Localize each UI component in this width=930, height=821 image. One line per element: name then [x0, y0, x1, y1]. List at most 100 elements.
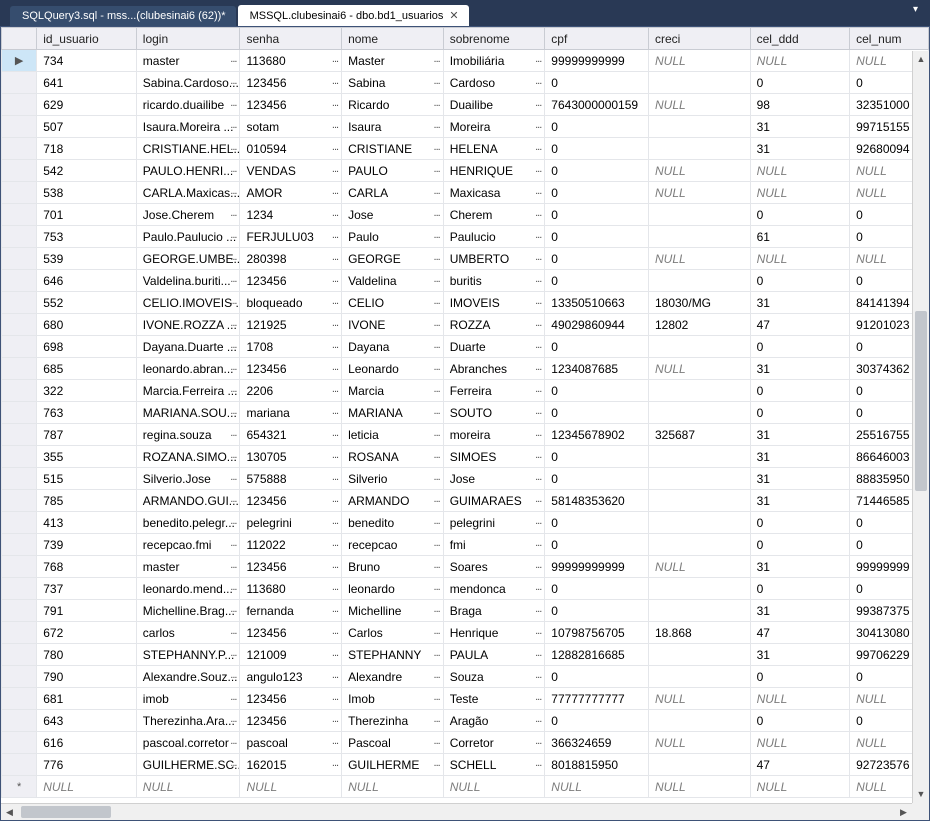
cell-ddd[interactable]: 31 [750, 600, 850, 622]
cell-login[interactable]: Alexandre.Souz...... [136, 666, 240, 688]
cell-id[interactable]: 776 [37, 754, 137, 776]
cell-ddd[interactable]: 0 [750, 534, 850, 556]
cell-ddd[interactable]: 31 [750, 556, 850, 578]
cell-nome[interactable]: CARLA... [342, 182, 444, 204]
tab-table[interactable]: MSSQL.clubesinai6 - dbo.bd1_usuarios ✕ [238, 5, 469, 26]
cell-ddd[interactable]: 31 [750, 644, 850, 666]
cell-nome[interactable]: Sabina... [342, 72, 444, 94]
table-row[interactable]: 643Therezinha.Ara......123456...Therezin… [2, 710, 929, 732]
cell-sobrenome[interactable]: Moreira... [443, 116, 545, 138]
cell-login[interactable]: Jose.Cherem... [136, 204, 240, 226]
table-row[interactable]: 542PAULO.HENRI......VENDAS...PAULO...HEN… [2, 160, 929, 182]
cell-nome[interactable]: Pascoal... [342, 732, 444, 754]
cell-sobrenome[interactable]: fmi... [443, 534, 545, 556]
cell-ddd[interactable]: 98 [750, 94, 850, 116]
cell-cpf[interactable]: 0 [545, 182, 649, 204]
table-row[interactable]: 641Sabina.Cardoso......123456...Sabina..… [2, 72, 929, 94]
cell-sobrenome[interactable]: buritis... [443, 270, 545, 292]
row-selector[interactable] [2, 600, 37, 622]
cell-senha[interactable]: pelegrini... [240, 512, 342, 534]
table-row[interactable]: 680IVONE.ROZZA ......121925...IVONE...RO… [2, 314, 929, 336]
table-row[interactable]: 787regina.souza...654321...leticia...mor… [2, 424, 929, 446]
cell-senha[interactable]: AMOR... [240, 182, 342, 204]
cell-senha[interactable]: 113680... [240, 50, 342, 72]
cell-ddd[interactable]: 0 [750, 204, 850, 226]
cell-nome[interactable]: Paulo... [342, 226, 444, 248]
cell-ddd[interactable]: 0 [750, 578, 850, 600]
cell-sobrenome[interactable]: Ferreira... [443, 380, 545, 402]
cell-ddd[interactable]: NULL [750, 182, 850, 204]
cell-id[interactable]: 552 [37, 292, 137, 314]
col-header[interactable]: cel_ddd [750, 28, 850, 50]
cell-creci[interactable] [648, 600, 750, 622]
cell-creci[interactable] [648, 644, 750, 666]
cell-creci[interactable] [648, 490, 750, 512]
cell-nome[interactable]: leonardo... [342, 578, 444, 600]
cell-nome[interactable]: ARMANDO... [342, 490, 444, 512]
cell-creci[interactable]: NULL [648, 94, 750, 116]
cell-creci[interactable]: NULL [648, 688, 750, 710]
cell-nome[interactable]: Valdelina... [342, 270, 444, 292]
cell-sobrenome[interactable]: ROZZA... [443, 314, 545, 336]
cell-nome[interactable]: GEORGE... [342, 248, 444, 270]
row-selector[interactable] [2, 534, 37, 556]
cell-null[interactable]: NULL [750, 776, 850, 798]
cell-senha[interactable]: 123456... [240, 490, 342, 512]
cell-sobrenome[interactable]: moreira... [443, 424, 545, 446]
cell-creci[interactable] [648, 226, 750, 248]
row-selector[interactable] [2, 160, 37, 182]
cell-login[interactable]: Silverio.Jose... [136, 468, 240, 490]
cell-sobrenome[interactable]: Paulucio... [443, 226, 545, 248]
cell-cpf[interactable]: 0 [545, 446, 649, 468]
cell-sobrenome[interactable]: SIMOES... [443, 446, 545, 468]
table-row[interactable]: 322Marcia.Ferreira ......2206...Marcia..… [2, 380, 929, 402]
cell-nome[interactable]: Michelline... [342, 600, 444, 622]
row-selector[interactable] [2, 380, 37, 402]
table-row[interactable]: 737leonardo.mend......113680...leonardo.… [2, 578, 929, 600]
cell-creci[interactable] [648, 578, 750, 600]
cell-creci[interactable] [648, 270, 750, 292]
cell-senha[interactable]: 130705... [240, 446, 342, 468]
cell-nome[interactable]: Master... [342, 50, 444, 72]
cell-ddd[interactable]: 31 [750, 424, 850, 446]
cell-nome[interactable]: Dayana... [342, 336, 444, 358]
cell-ddd[interactable]: NULL [750, 248, 850, 270]
cell-senha[interactable]: sotam... [240, 116, 342, 138]
row-selector[interactable] [2, 468, 37, 490]
scroll-thumb[interactable] [21, 806, 111, 818]
cell-ddd[interactable]: 0 [750, 512, 850, 534]
cell-ddd[interactable]: 0 [750, 270, 850, 292]
row-selector[interactable] [2, 622, 37, 644]
cell-cpf[interactable]: 0 [545, 160, 649, 182]
cell-id[interactable]: 785 [37, 490, 137, 512]
table-row[interactable]: 538CARLA.Maxicas......AMOR...CARLA...Max… [2, 182, 929, 204]
cell-login[interactable]: recepcao.fmi... [136, 534, 240, 556]
cell-ddd[interactable]: NULL [750, 50, 850, 72]
cell-sobrenome[interactable]: Aragão... [443, 710, 545, 732]
row-selector[interactable] [2, 710, 37, 732]
cell-sobrenome[interactable]: Corretor... [443, 732, 545, 754]
cell-senha[interactable]: bloqueado... [240, 292, 342, 314]
cell-id[interactable]: 790 [37, 666, 137, 688]
table-row[interactable]: 413benedito.pelegr......pelegrini...bene… [2, 512, 929, 534]
table-row[interactable]: 763MARIANA.SOU......mariana...MARIANA...… [2, 402, 929, 424]
cell-nome[interactable]: recepcao... [342, 534, 444, 556]
col-header[interactable]: senha [240, 28, 342, 50]
cell-senha[interactable]: 121925... [240, 314, 342, 336]
cell-id[interactable]: 780 [37, 644, 137, 666]
cell-creci[interactable]: 18.868 [648, 622, 750, 644]
cell-senha[interactable]: pascoal... [240, 732, 342, 754]
cell-senha[interactable]: 280398... [240, 248, 342, 270]
cell-nome[interactable]: IVONE... [342, 314, 444, 336]
cell-cpf[interactable]: 1234087685 [545, 358, 649, 380]
cell-creci[interactable] [648, 402, 750, 424]
cell-sobrenome[interactable]: Duarte... [443, 336, 545, 358]
cell-cpf[interactable]: 0 [545, 226, 649, 248]
cell-creci[interactable]: NULL [648, 160, 750, 182]
cell-senha[interactable]: 654321... [240, 424, 342, 446]
cell-nome[interactable]: PAULO... [342, 160, 444, 182]
cell-nome[interactable]: MARIANA... [342, 402, 444, 424]
cell-cpf[interactable]: 0 [545, 710, 649, 732]
cell-nome[interactable]: GUILHERME... [342, 754, 444, 776]
table-row[interactable]: ▶734master...113680...Master...Imobiliár… [2, 50, 929, 72]
